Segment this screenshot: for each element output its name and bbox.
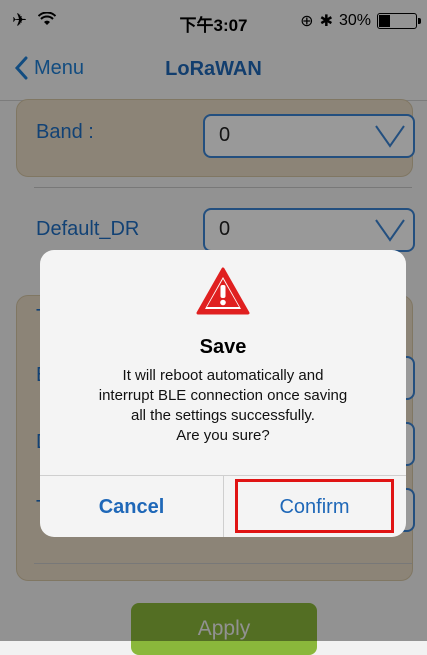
save-alert-dialog: Save It will reboot automatically and in…: [40, 250, 406, 537]
alert-message-line: interrupt BLE connection once saving: [98, 387, 348, 404]
alert-message-line: all the settings successfully.: [131, 407, 315, 424]
alert-message: It will reboot automatically and interru…: [52, 366, 394, 446]
confirm-highlight-box: [235, 479, 394, 533]
warning-icon: [195, 266, 251, 321]
alert-message-line: Are you sure?: [176, 427, 270, 444]
cancel-button[interactable]: Cancel: [40, 476, 223, 537]
alert-title: Save: [199, 336, 247, 358]
alert-message-line: It will reboot automatically and: [122, 367, 324, 384]
